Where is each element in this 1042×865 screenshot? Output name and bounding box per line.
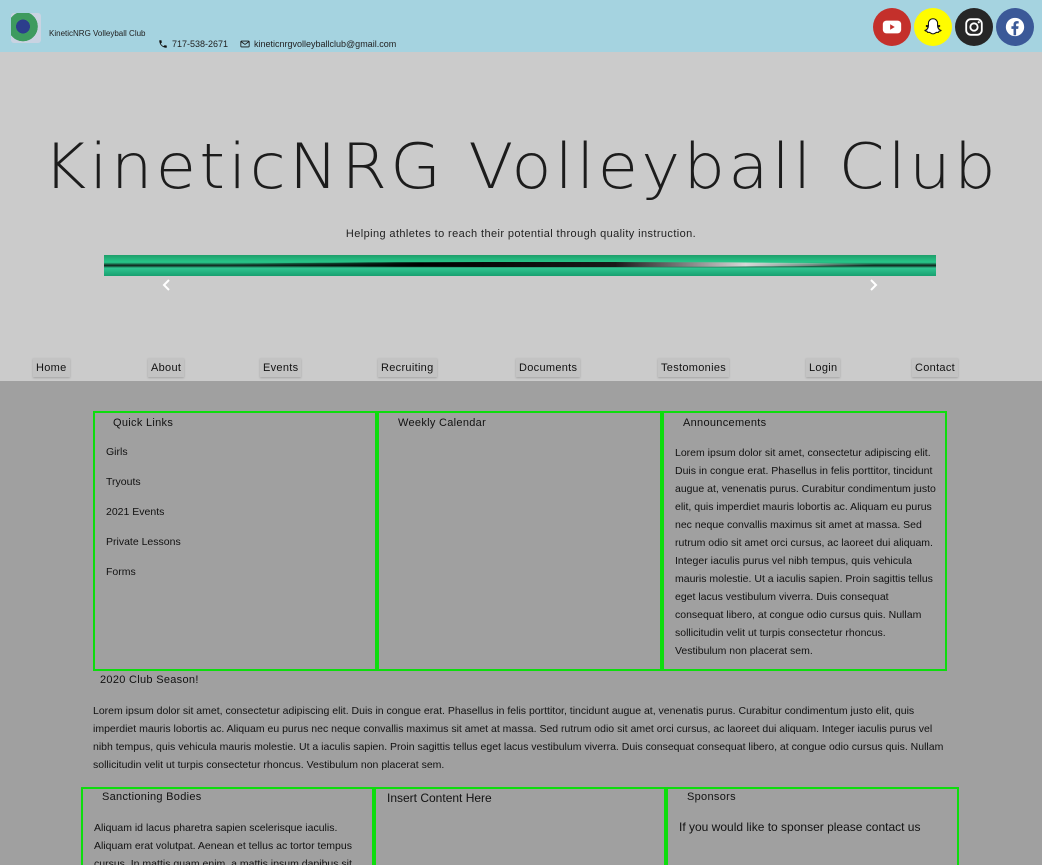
snapchat-icon[interactable]: [914, 8, 952, 46]
season-title: 2020 Club Season!: [100, 674, 199, 686]
quick-link-private-lessons[interactable]: Private Lessons: [106, 536, 181, 548]
announcements-text: Lorem ipsum dolor sit amet, consectetur …: [675, 447, 936, 657]
sponsors-title: Sponsors: [687, 791, 736, 803]
envelope-icon: [240, 40, 250, 48]
quick-link-girls[interactable]: Girls: [106, 446, 128, 458]
quick-link-forms[interactable]: Forms: [106, 566, 136, 578]
email-contact[interactable]: kineticnrgvolleyballclub@gmail.com: [240, 39, 396, 49]
nav-home[interactable]: Home: [33, 358, 70, 377]
quick-links-panel: Quick Links Girls Tryouts 2021 Events Pr…: [93, 411, 377, 671]
youtube-icon[interactable]: [873, 8, 911, 46]
hero-banner-image: [104, 255, 936, 276]
nav-events[interactable]: Events: [260, 358, 302, 377]
hero-subtitle: Helping athletes to reach their potentia…: [345, 228, 697, 240]
hero-title: KineticNRG Volleyball Club: [43, 130, 999, 203]
slider-next-button[interactable]: [866, 278, 880, 292]
sponsors-panel: Sponsors If you would like to sponser pl…: [666, 787, 959, 865]
nav-login[interactable]: Login: [806, 358, 841, 377]
main-nav: Home About Events Recruiting Documents T…: [0, 358, 1042, 381]
sanctioning-bodies-text: Aliquam id lacus pharetra sapien sceleri…: [94, 822, 352, 865]
sanctioning-bodies-panel: Sanctioning Bodies Aliquam id lacus phar…: [81, 787, 374, 865]
chevron-left-icon: [162, 279, 170, 291]
instagram-icon[interactable]: [955, 8, 993, 46]
phone-contact[interactable]: 717-538-2671: [158, 39, 228, 49]
announcements-title: Announcements: [683, 417, 767, 429]
nav-contact[interactable]: Contact: [912, 358, 959, 377]
quick-link-tryouts[interactable]: Tryouts: [106, 476, 141, 488]
insert-content-panel: Insert Content Here: [374, 787, 666, 865]
social-links: [873, 8, 1034, 46]
sanctioning-bodies-title: Sanctioning Bodies: [102, 791, 202, 803]
nav-recruiting[interactable]: Recruiting: [378, 358, 437, 377]
slider-prev-button[interactable]: [160, 278, 174, 292]
nav-testomonies[interactable]: Testomonies: [658, 358, 730, 377]
email-address[interactable]: kineticnrgvolleyballclub@gmail.com: [254, 39, 396, 49]
sponsors-text: If you would like to sponser please cont…: [679, 820, 921, 834]
season-text: Lorem ipsum dolor sit amet, consectetur …: [93, 705, 944, 771]
facebook-icon[interactable]: [996, 8, 1034, 46]
club-logo[interactable]: [11, 13, 41, 43]
nav-about[interactable]: About: [148, 358, 185, 377]
chevron-right-icon: [870, 279, 878, 291]
announcements-panel: Announcements Lorem ipsum dolor sit amet…: [662, 411, 947, 671]
quick-link-2021-events[interactable]: 2021 Events: [106, 506, 164, 518]
hero-slider: KineticNRG Volleyball Club Helping athle…: [0, 52, 1042, 381]
phone-number[interactable]: 717-538-2671: [172, 39, 228, 49]
weekly-calendar-title: Weekly Calendar: [398, 417, 487, 429]
phone-icon: [159, 40, 167, 48]
quick-links-title: Quick Links: [113, 417, 174, 429]
nav-documents[interactable]: Documents: [516, 358, 581, 377]
site-name[interactable]: KineticNRG Volleyball Club: [49, 29, 146, 38]
top-bar: KineticNRG Volleyball Club 717-538-2671 …: [0, 0, 1042, 52]
weekly-calendar-panel: Weekly Calendar: [377, 411, 662, 671]
insert-content-text: Insert Content Here: [387, 791, 492, 805]
